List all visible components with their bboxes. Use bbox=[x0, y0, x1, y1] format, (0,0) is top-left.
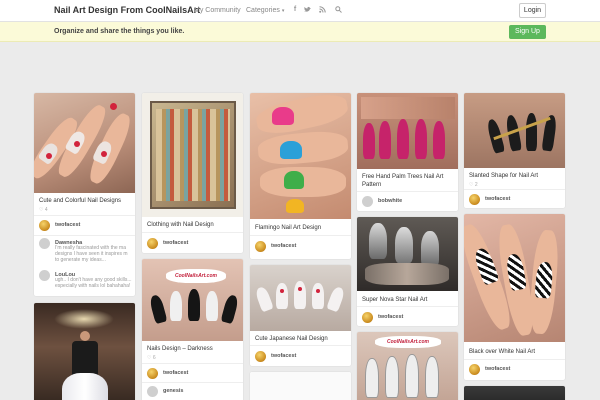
login-button[interactable]: Login bbox=[519, 3, 546, 18]
pin-image[interactable] bbox=[357, 217, 458, 291]
pin-title[interactable]: Clothing with Nail Design bbox=[147, 221, 214, 229]
pin-card[interactable] bbox=[464, 386, 565, 400]
avatar bbox=[39, 220, 50, 231]
pin-image[interactable] bbox=[250, 93, 351, 219]
author-name: twofacest bbox=[271, 353, 297, 359]
avatar bbox=[362, 196, 373, 207]
pin-author[interactable]: twofacest bbox=[255, 351, 349, 363]
pin-author[interactable]: twofacest bbox=[469, 364, 563, 376]
pin-image[interactable] bbox=[250, 372, 351, 400]
author-name: bobwhite bbox=[378, 198, 403, 204]
pin-image[interactable]: CoolNailsArt.com bbox=[357, 332, 458, 400]
pin-image[interactable] bbox=[464, 386, 565, 400]
author-name: twofacest bbox=[485, 366, 511, 372]
pin-card[interactable]: CoolNailsArt.com Nails Design – Darkness… bbox=[142, 259, 243, 400]
banner-tagline: Organize and share the things you like. bbox=[54, 28, 185, 35]
twitter-icon[interactable] bbox=[304, 6, 312, 15]
facebook-icon[interactable]: f bbox=[291, 6, 299, 13]
comment-text: I'm really fascinated with the ma design… bbox=[55, 245, 128, 263]
avatar bbox=[147, 386, 158, 397]
pin-author[interactable]: twofacest bbox=[469, 194, 563, 206]
author-name: twofacest bbox=[163, 370, 189, 376]
pin-card[interactable]: Cute Japanese Nail Design twofacest bbox=[250, 265, 351, 366]
pin-image[interactable] bbox=[464, 93, 565, 168]
rss-icon[interactable] bbox=[318, 6, 326, 15]
pin-card[interactable]: Black over White Nail Art twofacest bbox=[464, 214, 565, 380]
pin-card[interactable]: Super Nova Star Nail Art twofacest bbox=[357, 217, 458, 326]
comment-author[interactable]: genesis bbox=[163, 388, 183, 394]
site-brand[interactable]: Nail Art Design From CoolNailsArt bbox=[54, 5, 200, 15]
pin-comment: LouLou ugh.. I don't have any good skill… bbox=[39, 270, 133, 294]
avatar bbox=[469, 364, 480, 375]
pin-title[interactable]: Flamingo Nail Art Design bbox=[255, 224, 321, 232]
pin-author[interactable]: twofacest bbox=[39, 220, 133, 232]
pin-likes: ♡ 6 bbox=[147, 355, 156, 361]
avatar bbox=[362, 312, 373, 323]
pin-title[interactable]: Black over White Nail Art bbox=[469, 348, 535, 356]
pin-title[interactable]: Nails Design – Darkness bbox=[147, 345, 213, 353]
pin-image[interactable] bbox=[34, 93, 135, 193]
pin-image[interactable] bbox=[250, 265, 351, 331]
pin-comment: Dawnesha I'm really fascinated with the … bbox=[39, 238, 133, 263]
pin-comment: genesis bbox=[147, 386, 241, 398]
pin-card[interactable] bbox=[34, 303, 135, 400]
signup-banner: Organize and share the things you like. … bbox=[0, 22, 600, 42]
caret-down-icon: ▾ bbox=[281, 8, 285, 14]
avatar bbox=[147, 368, 158, 379]
pin-card[interactable] bbox=[250, 372, 351, 400]
pin-title[interactable]: Super Nova Star Nail Art bbox=[362, 296, 427, 304]
pin-author[interactable]: twofacest bbox=[362, 312, 456, 324]
pin-card[interactable]: Slanted Shape for Nail Art ♡ 2 twofacest bbox=[464, 93, 565, 208]
pin-author[interactable]: twofacest bbox=[147, 238, 241, 250]
pin-card[interactable]: Free Hand Palm Trees Nail Art Pattern bo… bbox=[357, 93, 458, 211]
avatar bbox=[255, 241, 266, 252]
pin-image[interactable] bbox=[357, 93, 458, 169]
comment-text: ugh.. I don't have any good skills... es… bbox=[55, 277, 132, 289]
nav-categories[interactable]: Categories ▾ bbox=[246, 7, 284, 14]
pin-title[interactable]: Cute and Colorful Nail Designs bbox=[39, 197, 121, 205]
watermark-text: CoolNailsArt.com bbox=[387, 339, 429, 345]
pin-image[interactable]: CoolNailsArt.com bbox=[142, 259, 243, 341]
nav-my-community[interactable]: My Community bbox=[194, 7, 241, 14]
avatar bbox=[255, 351, 266, 362]
pin-card[interactable]: Cute and Colorful Nail Designs ♡ 4 twofa… bbox=[34, 93, 135, 296]
author-name: twofacest bbox=[163, 240, 189, 246]
categories-label: Categories bbox=[246, 7, 280, 14]
pin-title[interactable]: Slanted Shape for Nail Art bbox=[469, 172, 538, 180]
pin-image[interactable] bbox=[464, 214, 565, 342]
pin-image[interactable] bbox=[34, 303, 135, 400]
author-name: twofacest bbox=[378, 314, 404, 320]
author-name: twofacest bbox=[55, 222, 81, 228]
pin-image[interactable] bbox=[142, 93, 243, 217]
watermark-text: CoolNailsArt.com bbox=[175, 273, 217, 279]
author-name: twofacest bbox=[485, 196, 511, 202]
pin-title[interactable]: Free Hand Palm Trees Nail Art Pattern bbox=[362, 173, 454, 189]
avatar bbox=[39, 270, 50, 281]
pin-card[interactable]: Clothing with Nail Design twofacest bbox=[142, 93, 243, 253]
pin-title[interactable]: Cute Japanese Nail Design bbox=[255, 335, 328, 343]
avatar bbox=[147, 238, 158, 249]
avatar bbox=[469, 194, 480, 205]
pin-card[interactable]: CoolNailsArt.com bbox=[357, 332, 458, 400]
search-icon[interactable] bbox=[334, 6, 342, 15]
avatar bbox=[39, 238, 50, 249]
pin-likes: ♡ 4 bbox=[39, 207, 48, 213]
signup-button[interactable]: Sign Up bbox=[509, 25, 546, 39]
pin-likes: ♡ 2 bbox=[469, 182, 478, 188]
author-name: twofacest bbox=[271, 243, 297, 249]
top-navbar: Nail Art Design From CoolNailsArt My Com… bbox=[0, 0, 600, 22]
pin-author[interactable]: twofacest bbox=[255, 241, 349, 253]
pin-author[interactable]: bobwhite bbox=[362, 196, 456, 208]
pin-card[interactable]: Flamingo Nail Art Design twofacest bbox=[250, 93, 351, 259]
pin-author[interactable]: twofacest bbox=[147, 368, 241, 380]
